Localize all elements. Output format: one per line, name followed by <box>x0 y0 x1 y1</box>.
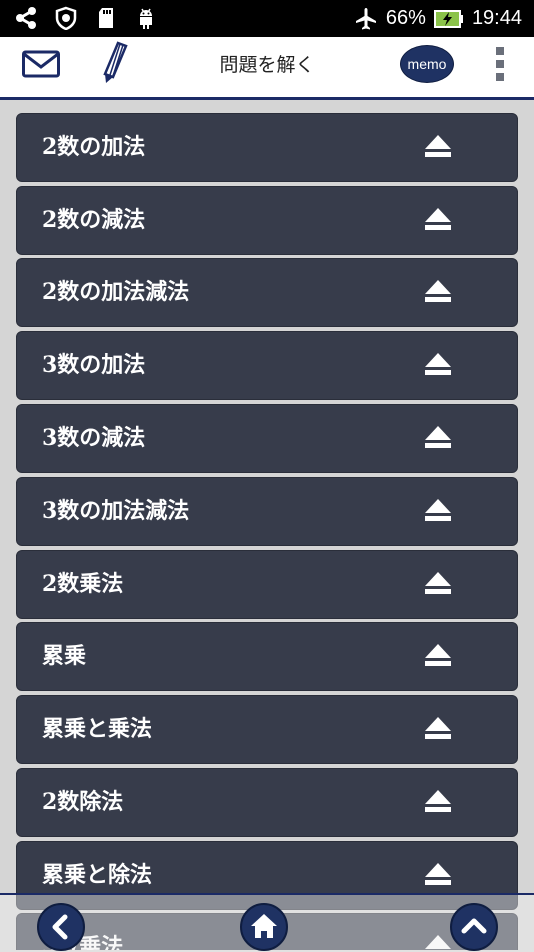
list-item-label: 累乗 <box>42 643 87 669</box>
list-item-label: 2数の加法 <box>42 134 146 160</box>
page-title: 問題を解く <box>219 54 315 76</box>
list-item[interactable]: 累乗 <box>16 622 518 691</box>
home-icon <box>251 914 277 938</box>
list-item[interactable]: 2数乗法 <box>16 550 518 619</box>
chevron-left-icon <box>52 914 68 940</box>
eject-icon <box>425 717 451 739</box>
status-icons-right: 66% 19:44 <box>354 0 522 37</box>
list-item[interactable]: 2数の減法 <box>16 186 518 255</box>
android-icon <box>140 8 152 29</box>
eject-icon <box>425 135 451 157</box>
list-item-label: 3数の減法 <box>42 425 146 451</box>
mail-button[interactable] <box>22 49 60 79</box>
list-item[interactable]: 2数の加法 <box>16 113 518 182</box>
scroll-top-button[interactable] <box>450 903 498 951</box>
status-bar: 66% 19:44 <box>0 0 534 37</box>
memo-button[interactable]: memo <box>400 45 454 83</box>
back-button[interactable] <box>37 903 85 951</box>
status-icons-left <box>14 6 158 30</box>
list-item-label: 2数除法 <box>42 789 124 815</box>
list-item[interactable]: 3数の減法 <box>16 404 518 473</box>
more-vert-icon[interactable] <box>490 43 510 87</box>
eject-icon <box>425 499 451 521</box>
home-button[interactable] <box>240 903 288 951</box>
eject-icon <box>425 863 451 885</box>
eject-icon <box>425 426 451 448</box>
list-item-label: 2数の減法 <box>42 207 146 233</box>
list-item[interactable]: 3数の加法減法 <box>16 477 518 546</box>
list-item[interactable]: 2数の加法減法 <box>16 258 518 327</box>
eject-icon <box>425 353 451 375</box>
list-item[interactable]: 3数の加法 <box>16 331 518 400</box>
pencil-icon <box>103 41 128 83</box>
bottom-nav <box>0 893 534 952</box>
problem-list: 2数の加法 2数の減法 2数の加法減法 3数の加法 3数の減法 3数の加法減法 … <box>0 100 534 950</box>
list-item[interactable]: 累乗と乗法 <box>16 695 518 764</box>
list-item-label: 2数乗法 <box>42 571 124 597</box>
shield-icon <box>55 6 77 30</box>
status-time: 19:44 <box>471 7 522 29</box>
list-item[interactable]: 2数除法 <box>16 768 518 837</box>
list-item-label: 3数の加法 <box>42 352 146 378</box>
share-icon <box>16 7 36 29</box>
eject-icon <box>425 644 451 666</box>
eject-icon <box>425 280 451 302</box>
pencil-button[interactable] <box>100 41 132 85</box>
app-bar: 問題を解く memo <box>0 37 534 100</box>
eject-icon <box>425 790 451 812</box>
battery-percent: 66% <box>385 7 426 29</box>
list-item-label: 3数の加法減法 <box>42 498 190 524</box>
chevron-up-icon <box>461 918 487 934</box>
list-item-label: 2数の加法減法 <box>42 279 190 305</box>
sd-card-icon <box>99 8 113 28</box>
airplane-icon <box>355 7 376 29</box>
list-item-label: 累乗と乗法 <box>42 716 153 742</box>
eject-icon <box>425 572 451 594</box>
mail-icon <box>22 50 60 78</box>
battery-charging-icon <box>433 9 463 28</box>
eject-icon <box>425 208 451 230</box>
